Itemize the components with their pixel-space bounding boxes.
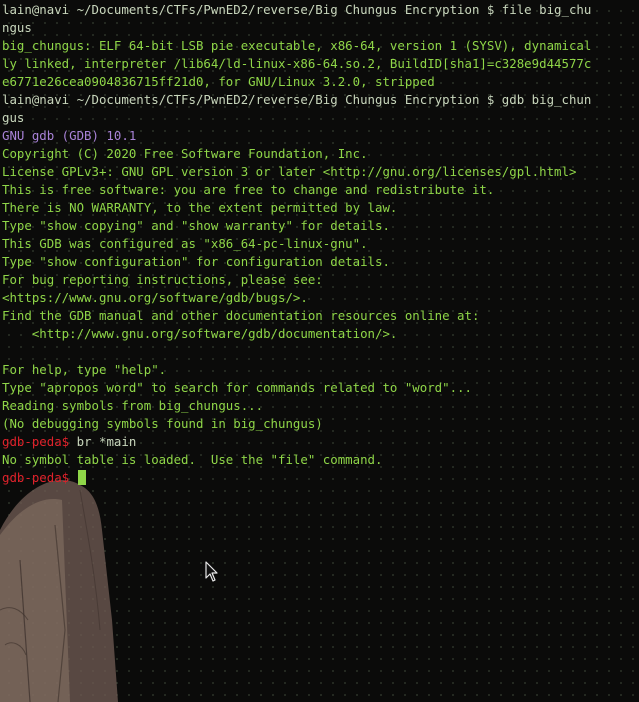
output-line: e6771e26cea0904836715ff21d0, for GNU/Lin… bbox=[2, 73, 639, 91]
output-text: Type "show configuration" for configurat… bbox=[2, 254, 390, 269]
output-line: There is NO WARRANTY, to the extent perm… bbox=[2, 199, 639, 217]
output-text: For help, type "help". bbox=[2, 362, 167, 377]
output-text: License GPLv3+: GNU GPL version 3 or lat… bbox=[2, 164, 577, 179]
output-line: License GPLv3+: GNU GPL version 3 or lat… bbox=[2, 163, 639, 181]
shell-command-text: lain@navi ~/Documents/CTFs/PwnED2/revers… bbox=[2, 92, 592, 107]
output-line: This is free software: you are free to c… bbox=[2, 181, 639, 199]
output-text: (No debugging symbols found in big_chung… bbox=[2, 416, 323, 431]
gdb-version-header: GNU gdb (GDB) 10.1 bbox=[2, 127, 639, 145]
output-text: This GDB was configured as "x86_64-pc-li… bbox=[2, 236, 368, 251]
output-line: <http://www.gnu.org/software/gdb/documen… bbox=[2, 325, 639, 343]
output-line: Type "show configuration" for configurat… bbox=[2, 253, 639, 271]
output-text: Copyright (C) 2020 Free Software Foundat… bbox=[2, 146, 368, 161]
shell-command-text: gus bbox=[2, 110, 25, 125]
output-line: This GDB was configured as "x86_64-pc-li… bbox=[2, 235, 639, 253]
output-text: Reading symbols from big_chungus... bbox=[2, 398, 264, 413]
shell-prompt-line: lain@navi ~/Documents/CTFs/PwnED2/revers… bbox=[2, 1, 639, 19]
output-text: big_chungus: ELF 64-bit LSB pie executab… bbox=[2, 38, 592, 53]
output-text: For bug reporting instructions, please s… bbox=[2, 272, 323, 287]
gdb-prompt-line: gdb-peda$ br *main bbox=[2, 433, 639, 451]
mouse-pointer-icon bbox=[205, 561, 218, 582]
output-line: For bug reporting instructions, please s… bbox=[2, 271, 639, 289]
output-line: For help, type "help". bbox=[2, 361, 639, 379]
output-line: Find the GDB manual and other documentat… bbox=[2, 307, 639, 325]
output-line: big_chungus: ELF 64-bit LSB pie executab… bbox=[2, 37, 639, 55]
active-gdb-prompt-line[interactable]: gdb-peda$ bbox=[2, 469, 639, 487]
shell-prompt-line: lain@navi ~/Documents/CTFs/PwnED2/revers… bbox=[2, 91, 639, 109]
terminal-output: lain@navi ~/Documents/CTFs/PwnED2/revers… bbox=[2, 1, 639, 487]
output-line: ly linked, interpreter /lib64/ld-linux-x… bbox=[2, 55, 639, 73]
output-text: <http://www.gnu.org/software/gdb/documen… bbox=[2, 326, 398, 341]
output-line: (No debugging symbols found in big_chung… bbox=[2, 415, 639, 433]
gdb-peda-prompt: gdb-peda$ bbox=[2, 434, 77, 449]
gdb-peda-prompt: gdb-peda$ bbox=[2, 470, 77, 485]
output-text: This is free software: you are free to c… bbox=[2, 182, 495, 197]
output-line: Copyright (C) 2020 Free Software Foundat… bbox=[2, 145, 639, 163]
output-line: Reading symbols from big_chungus... bbox=[2, 397, 639, 415]
shell-command-text: ngus bbox=[2, 20, 32, 35]
output-text: e6771e26cea0904836715ff21d0, for GNU/Lin… bbox=[2, 74, 435, 89]
output-text: Type "apropos word" to search for comman… bbox=[2, 380, 472, 395]
output-text: Find the GDB manual and other documentat… bbox=[2, 308, 480, 323]
output-line: No symbol table is loaded. Use the "file… bbox=[2, 451, 639, 469]
shell-prompt-line: gus bbox=[2, 109, 639, 127]
terminal-window[interactable]: lain@navi ~/Documents/CTFs/PwnED2/revers… bbox=[0, 0, 639, 702]
output-text: There is NO WARRANTY, to the extent perm… bbox=[2, 200, 398, 215]
output-text: <https://www.gnu.org/software/gdb/bugs/>… bbox=[2, 290, 308, 305]
output-text: No symbol table is loaded. Use the "file… bbox=[2, 452, 383, 467]
text-cursor bbox=[77, 470, 86, 485]
gdb-version-text: GNU gdb (GDB) 10.1 bbox=[2, 128, 137, 143]
output-line: Type "show copying" and "show warranty" … bbox=[2, 217, 639, 235]
gdb-command-text: br *main bbox=[76, 434, 137, 449]
shell-command-text: lain@navi ~/Documents/CTFs/PwnED2/revers… bbox=[2, 2, 592, 17]
output-text: ly linked, interpreter /lib64/ld-linux-x… bbox=[2, 56, 592, 71]
output-text: Type "show copying" and "show warranty" … bbox=[2, 218, 390, 233]
output-line: Type "apropos word" to search for comman… bbox=[2, 379, 639, 397]
shell-prompt-line: ngus bbox=[2, 19, 639, 37]
output-line: <https://www.gnu.org/software/gdb/bugs/>… bbox=[2, 289, 639, 307]
